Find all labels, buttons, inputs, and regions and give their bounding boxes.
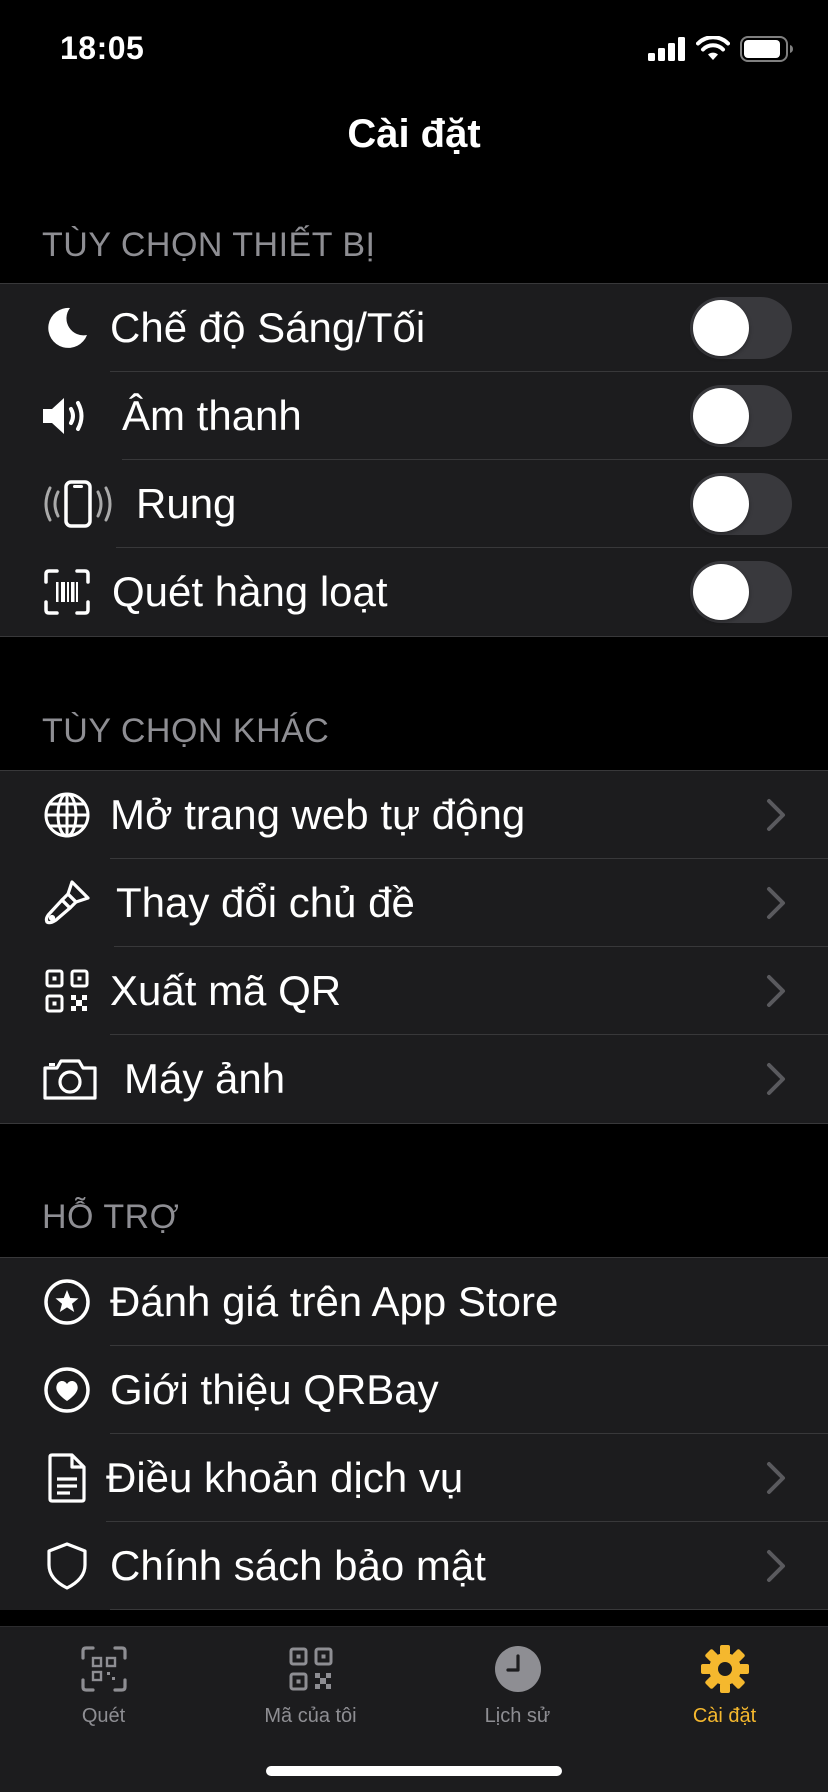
tab-label: Lịch sử — [484, 1705, 551, 1727]
qr-code-icon — [40, 964, 94, 1018]
chevron-right-icon — [767, 887, 785, 919]
home-indicator[interactable] — [266, 1766, 562, 1776]
row-label: Chế độ Sáng/Tối — [110, 304, 426, 351]
tab-history[interactable]: Lịch sử — [414, 1641, 621, 1728]
row-sound[interactable]: Âm thanh — [0, 372, 828, 460]
tab-scan[interactable]: Quét — [0, 1641, 207, 1728]
row-label: Đánh giá trên App Store — [110, 1278, 559, 1325]
row-auto-open-website[interactable]: Mở trang web tự động — [0, 771, 828, 859]
row-about-qrbay[interactable]: Giới thiệu QRBay — [0, 1346, 828, 1434]
scan-icon — [76, 1641, 132, 1697]
vibrate-toggle[interactable] — [690, 473, 792, 535]
clock-icon — [490, 1641, 546, 1697]
row-batch-scan[interactable]: Quét hàng loạt — [0, 548, 828, 636]
section-header-other-options: TÙY CHỌN KHÁC — [42, 712, 330, 750]
light-dark-mode-toggle[interactable] — [690, 297, 792, 359]
other-options-group: Mở trang web tự động Thay đổi chủ đề Xuấ… — [0, 770, 828, 1124]
row-vibrate[interactable]: Rung — [0, 460, 828, 548]
row-terms-of-service[interactable]: Điều khoản dịch vụ — [0, 1434, 828, 1522]
shield-icon — [40, 1539, 94, 1593]
qr-code-icon — [283, 1641, 339, 1697]
tab-label: Mã của tôi — [264, 1705, 357, 1727]
row-camera[interactable]: Máy ảnh — [0, 1035, 828, 1123]
document-icon — [40, 1451, 94, 1505]
status-icons — [648, 36, 794, 62]
chevron-right-icon — [767, 1462, 785, 1494]
chevron-right-icon — [767, 799, 785, 831]
tab-my-code[interactable]: Mã của tôi — [207, 1641, 414, 1728]
speaker-icon — [40, 389, 94, 443]
row-rate-app-store[interactable]: Đánh giá trên App Store — [0, 1258, 828, 1346]
device-options-group: Chế độ Sáng/Tối Âm thanh Rung Quét hàng … — [0, 283, 828, 637]
chevron-right-icon — [767, 975, 785, 1007]
paintbrush-icon — [40, 876, 94, 930]
heart-circle-icon — [40, 1363, 94, 1417]
tab-settings[interactable]: Cài đặt — [621, 1641, 828, 1728]
gear-icon — [697, 1641, 753, 1697]
row-label: Máy ảnh — [124, 1055, 286, 1102]
row-export-qr[interactable]: Xuất mã QR — [0, 947, 828, 1035]
row-light-dark-mode[interactable]: Chế độ Sáng/Tối — [0, 284, 828, 372]
battery-icon — [740, 36, 793, 62]
row-label: Quét hàng loạt — [112, 568, 388, 615]
row-change-theme[interactable]: Thay đổi chủ đề — [0, 859, 828, 947]
star-circle-icon — [40, 1275, 94, 1329]
status-time: 18:05 — [60, 30, 145, 66]
row-privacy-policy[interactable]: Chính sách bảo mật — [0, 1522, 828, 1610]
row-label: Giới thiệu QRBay — [110, 1366, 439, 1413]
batch-scan-toggle[interactable] — [690, 561, 792, 623]
cellular-signal-icon — [648, 37, 685, 61]
globe-icon — [40, 788, 94, 842]
tab-label: Quét — [81, 1705, 126, 1727]
row-label: Điều khoản dịch vụ — [106, 1454, 464, 1501]
row-label: Mở trang web tự động — [110, 791, 526, 838]
status-bar: 18:05 — [0, 0, 828, 100]
section-header-support: HỖ TRỢ — [42, 1198, 180, 1236]
moon-icon — [40, 301, 94, 355]
camera-icon — [40, 1052, 100, 1106]
vibrate-phone-icon — [40, 477, 116, 531]
row-label: Rung — [136, 480, 237, 527]
row-label: Âm thanh — [122, 392, 302, 439]
chevron-right-icon — [767, 1550, 785, 1582]
barcode-scan-icon — [40, 565, 94, 619]
row-label: Xuất mã QR — [110, 967, 342, 1014]
sound-toggle[interactable] — [690, 385, 792, 447]
row-label: Thay đổi chủ đề — [116, 879, 415, 926]
support-group: Đánh giá trên App Store Giới thiệu QRBay… — [0, 1257, 828, 1610]
page-title: Cài đặt — [347, 112, 481, 156]
chevron-right-icon — [767, 1063, 785, 1095]
tab-label: Cài đặt — [692, 1705, 757, 1727]
wifi-icon — [696, 36, 730, 60]
section-header-device-options: TÙY CHỌN THIẾT BỊ — [42, 226, 376, 264]
row-label: Chính sách bảo mật — [110, 1542, 486, 1589]
